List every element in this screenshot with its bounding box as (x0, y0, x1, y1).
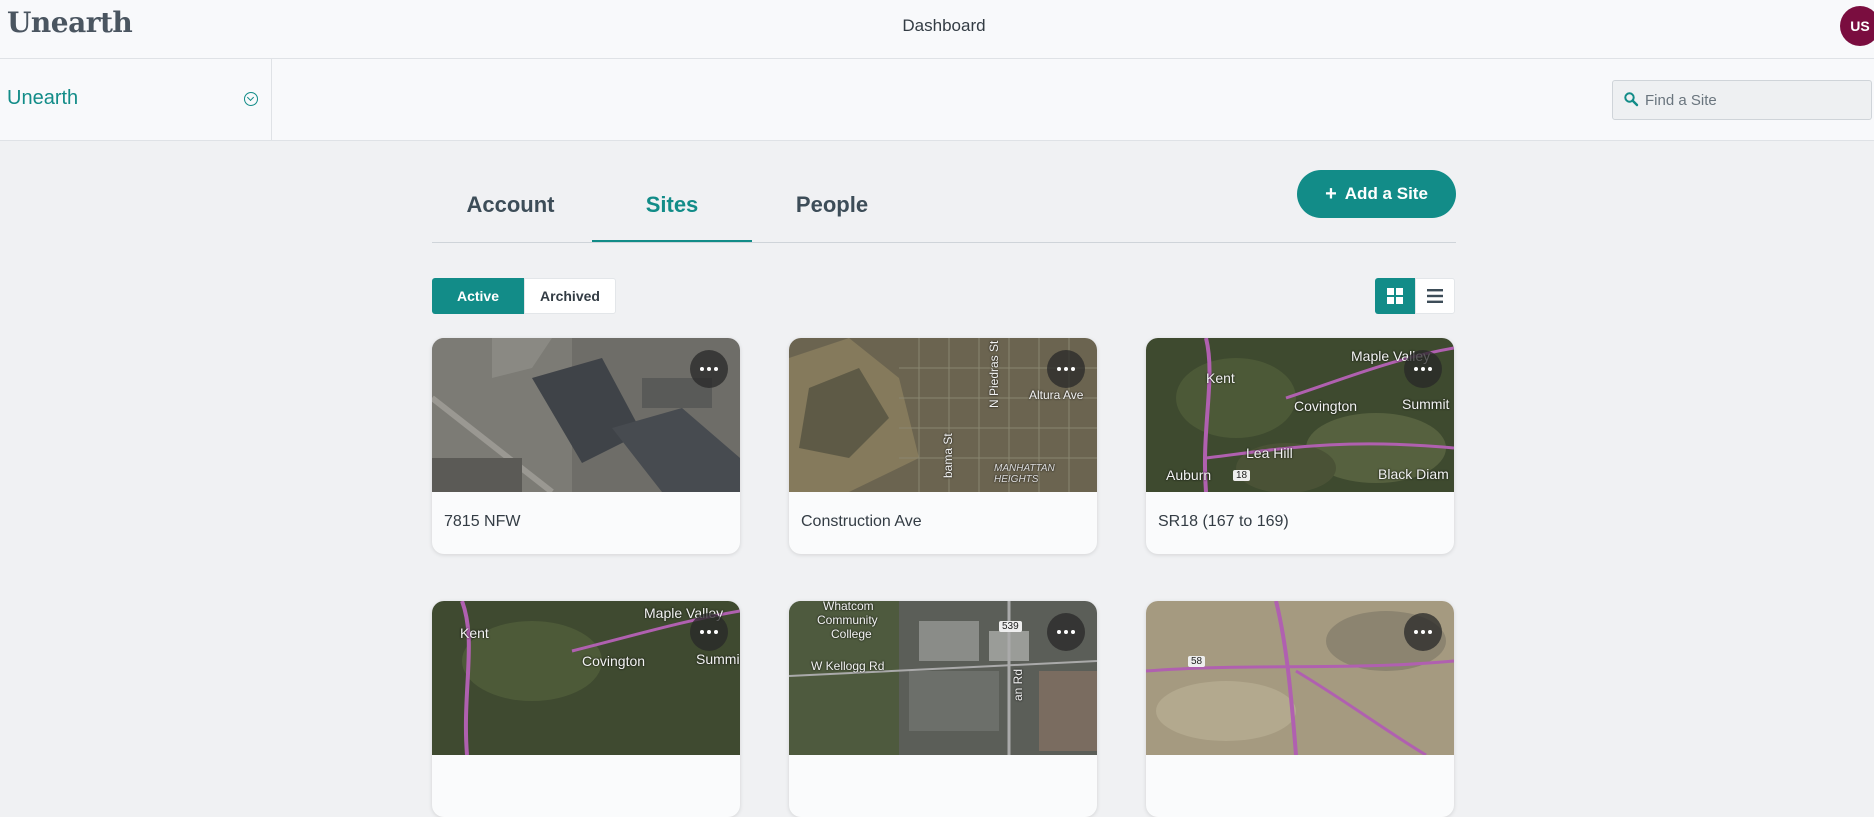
filter-active-button[interactable]: Active (432, 278, 524, 314)
site-card[interactable]: Altura Ave N Piedras St bama St MANHATTA… (789, 338, 1097, 554)
map-label: 58 (1188, 656, 1206, 667)
site-search[interactable] (1612, 80, 1872, 120)
chevron-down-icon[interactable] (244, 92, 258, 106)
site-options-button[interactable] (690, 350, 728, 388)
list-view-button[interactable] (1415, 278, 1455, 314)
site-card[interactable]: Maple Valley Kent Covington Summit Lea H… (1146, 338, 1454, 554)
view-toggle (1375, 278, 1455, 314)
site-thumbnail: 58 (1146, 601, 1454, 755)
site-name: 7815 NFW (444, 513, 521, 530)
list-icon (1427, 289, 1443, 303)
map-label: College (831, 627, 872, 641)
more-icon (1414, 630, 1432, 634)
map-label: 18 (1233, 470, 1251, 481)
map-label: N Piedras St (987, 340, 1001, 408)
site-card[interactable]: Whatcom Community College W Kellogg Rd 5… (789, 601, 1097, 817)
site-options-button[interactable] (1404, 350, 1442, 388)
map-label: Kent (460, 625, 489, 641)
site-options-button[interactable] (1047, 350, 1085, 388)
map-label: Summit (1402, 396, 1450, 412)
map-label: bama St (941, 433, 955, 478)
map-label: Summi (696, 651, 740, 667)
map-label: Lea Hill (1246, 445, 1293, 461)
user-avatar[interactable]: US (1840, 6, 1874, 46)
site-name: SR18 (167 to 169) (1158, 513, 1289, 530)
filter-archived-button[interactable]: Archived (524, 278, 616, 314)
map-label: Covington (1294, 398, 1358, 414)
more-icon (1414, 367, 1432, 371)
site-options-button[interactable] (1047, 613, 1085, 651)
site-thumbnail: Altura Ave N Piedras St bama St MANHATTA… (789, 338, 1097, 492)
site-card[interactable]: 7815 NFW (432, 338, 740, 554)
site-options-button[interactable] (1404, 613, 1442, 651)
site-thumbnail: Whatcom Community College W Kellogg Rd 5… (789, 601, 1097, 755)
tab-people[interactable]: People (752, 169, 912, 241)
plus-icon: + (1325, 183, 1337, 205)
map-label: Whatcom (823, 601, 874, 613)
map-label: MANHATTAN HEIGHTS (994, 463, 1055, 485)
site-card[interactable]: Maple Valley Kent Covington Summi (432, 601, 740, 817)
map-label: Altura Ave (1029, 388, 1084, 402)
map-label: Covington (582, 653, 646, 669)
map-label: Kent (1206, 370, 1235, 386)
add-site-button[interactable]: + Add a Site (1297, 170, 1456, 218)
add-site-label: Add a Site (1344, 184, 1428, 203)
site-thumbnail: Maple Valley Kent Covington Summi (432, 601, 740, 755)
more-icon (1057, 367, 1075, 371)
tab-sites[interactable]: Sites (592, 169, 752, 242)
grid-view-button[interactable] (1375, 278, 1415, 314)
map-label: Community (817, 613, 878, 627)
map-label: 539 (999, 621, 1022, 632)
sub-header: Unearth (0, 59, 1874, 141)
map-label: Black Diam (1378, 466, 1449, 482)
more-icon (1057, 630, 1075, 634)
top-bar: Unearth Dashboard US (0, 0, 1874, 59)
map-label: Auburn (1166, 467, 1212, 483)
status-filter: Active Archived (432, 278, 616, 314)
map-label: W Kellogg Rd (811, 659, 885, 673)
page-title: Dashboard (902, 16, 986, 35)
site-thumbnail: Maple Valley Kent Covington Summit Lea H… (1146, 338, 1454, 492)
more-icon (700, 367, 718, 371)
grid-icon (1387, 288, 1403, 304)
org-name: Unearth (7, 87, 79, 109)
more-icon (700, 630, 718, 634)
org-selector[interactable]: Unearth (0, 59, 272, 140)
tab-account[interactable]: Account (432, 169, 589, 241)
search-input[interactable] (1645, 81, 1865, 119)
site-options-button[interactable] (690, 613, 728, 651)
site-name: Construction Ave (801, 513, 922, 530)
search-icon (1624, 92, 1639, 107)
site-thumbnail (432, 338, 740, 492)
site-card[interactable]: 58 (1146, 601, 1454, 817)
map-label: an Rd (1011, 668, 1025, 701)
